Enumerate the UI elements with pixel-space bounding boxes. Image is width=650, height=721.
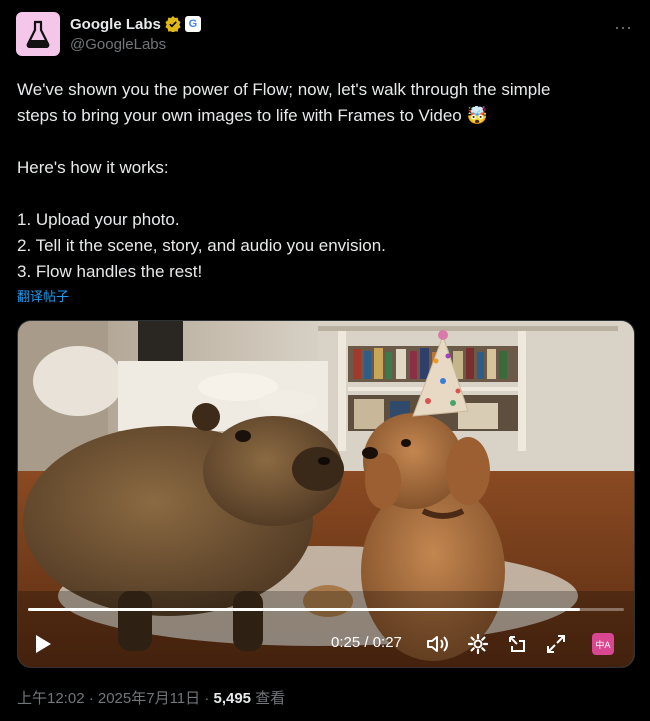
tweet-step: 3. Flow handles the rest! [17, 262, 203, 281]
settings-gear-icon[interactable] [465, 631, 491, 657]
video-progress-fill [28, 608, 580, 611]
video-player[interactable]: 0:25 / 0:27 中A [17, 320, 635, 668]
timestamp[interactable]: 上午12:02 · 2025年7月11日 · [17, 690, 213, 707]
views-label: 查看 [251, 690, 286, 707]
video-controls: 0:25 / 0:27 中A [18, 621, 634, 667]
play-icon[interactable] [30, 631, 56, 657]
video-progress-bar[interactable] [28, 608, 624, 611]
avatar[interactable] [16, 12, 60, 56]
google-affiliate-badge[interactable]: G [184, 16, 201, 32]
translate-post-link[interactable]: 翻译帖子 [17, 286, 69, 305]
tweet-line: Here's how it works: [17, 158, 169, 177]
flask-icon [26, 20, 50, 48]
display-name-row[interactable]: Google Labs G [70, 14, 201, 34]
verified-badge-icon [165, 16, 181, 32]
tweet-metadata: 上午12:02 · 2025年7月11日 · 5,495 查看 [17, 687, 285, 708]
tweet-header: Google Labs G @GoogleLabs ··· [16, 12, 634, 60]
translate-icon[interactable]: 中A [592, 633, 614, 655]
view-count: 5,495 [213, 690, 252, 707]
handle[interactable]: @GoogleLabs [70, 36, 201, 53]
tweet-step: 2. Tell it the scene, story, and audio y… [17, 236, 386, 255]
author-names: Google Labs G @GoogleLabs [70, 14, 201, 53]
tweet-line: We've shown you the power of Flow; now, … [17, 80, 551, 99]
tweet-step: 1. Upload your photo. [17, 210, 180, 229]
video-time: 0:25 / 0:27 [331, 634, 402, 651]
picture-in-picture-icon[interactable] [504, 631, 530, 657]
more-options-icon[interactable]: ··· [612, 16, 634, 38]
tweet-line: steps to bring your own images to life w… [17, 106, 488, 125]
fullscreen-icon[interactable] [543, 631, 569, 657]
translate-icon-label: 中A [595, 640, 611, 651]
video-frame [18, 321, 634, 667]
volume-icon[interactable] [425, 631, 451, 657]
tweet-text: We've shown you the power of Flow; now, … [17, 77, 627, 285]
display-name[interactable]: Google Labs [70, 16, 161, 33]
